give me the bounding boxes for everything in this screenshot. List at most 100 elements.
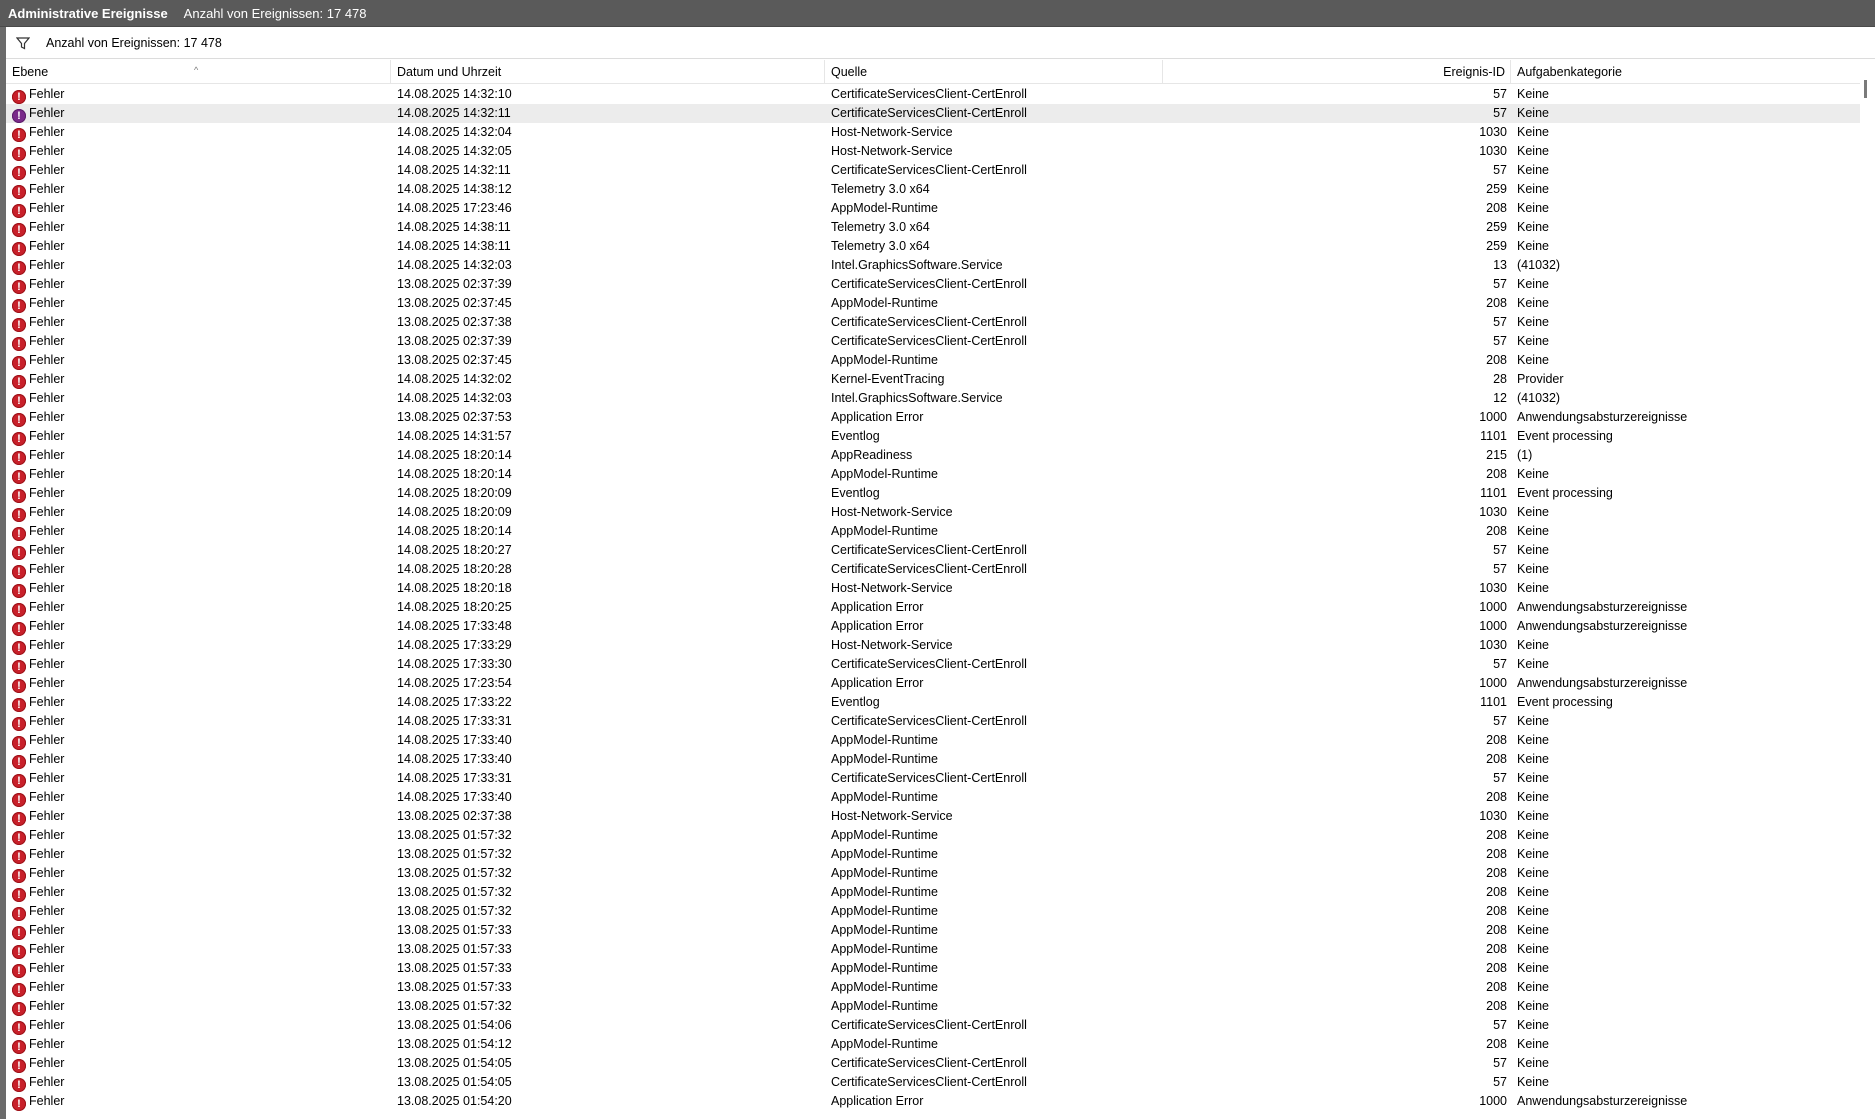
event-level-text: Fehler	[29, 752, 65, 766]
event-row[interactable]: ! Fehler 13.08.2025 02:37:53 Application Er…	[6, 408, 1860, 427]
event-row[interactable]: ! Fehler 14.08.2025 17:33:48 Application Er…	[6, 617, 1860, 636]
event-row[interactable]: ! Fehler 14.08.2025 17:23:54 Application Er…	[6, 674, 1860, 693]
event-row[interactable]: ! Fehler 13.08.2025 01:54:12 AppModel-Runti…	[6, 1035, 1860, 1054]
event-row[interactable]: ! Fehler 13.08.2025 01:57:32 AppModel-Runti…	[6, 845, 1860, 864]
event-row[interactable]: ! Fehler 14.08.2025 18:20:09 Host-Network-S…	[6, 503, 1860, 522]
event-row[interactable]: ! Fehler 14.08.2025 17:33:31 CertificateSer…	[6, 769, 1860, 788]
event-row[interactable]: ! Fehler 14.08.2025 14:38:11 Telemetry 3.0 …	[6, 218, 1860, 237]
event-row[interactable]: ! Fehler 14.08.2025 18:20:14 AppModel-Runti…	[6, 465, 1860, 484]
event-level-cell: ! Fehler	[12, 180, 392, 199]
event-row[interactable]: ! Fehler 14.08.2025 14:32:11 CertificateSer…	[6, 104, 1860, 123]
error-icon: !	[12, 945, 26, 959]
event-row[interactable]: ! Fehler 13.08.2025 01:57:33 AppModel-Runti…	[6, 921, 1860, 940]
event-level-text: Fehler	[29, 372, 65, 386]
event-source-cell: Host-Network-Service	[831, 638, 953, 652]
event-row[interactable]: ! Fehler 13.08.2025 01:57:33 AppModel-Runti…	[6, 959, 1860, 978]
event-row[interactable]: ! Fehler 14.08.2025 14:31:57 Eventlog 1101 Ev…	[6, 427, 1860, 446]
event-category-cell: Keine	[1517, 239, 1549, 253]
event-row[interactable]: ! Fehler 14.08.2025 18:20:25 Application Er…	[6, 598, 1860, 617]
event-row[interactable]: ! Fehler 14.08.2025 14:32:10 CertificateSer…	[6, 85, 1860, 104]
event-date-cell: 14.08.2025 17:33:31	[397, 714, 512, 728]
event-date-cell: 14.08.2025 18:20:28	[397, 562, 512, 576]
event-row[interactable]: ! Fehler 14.08.2025 14:32:04 Host-Network-S…	[6, 123, 1860, 142]
event-row[interactable]: ! Fehler 14.08.2025 17:33:40 AppModel-Runti…	[6, 731, 1860, 750]
error-icon: !	[12, 622, 26, 636]
event-row[interactable]: ! Fehler 13.08.2025 01:57:32 AppModel-Runti…	[6, 997, 1860, 1016]
event-row[interactable]: ! Fehler 14.08.2025 17:33:22 Eventlog 1101 Ev…	[6, 693, 1860, 712]
event-row[interactable]: ! Fehler 13.08.2025 02:37:39 CertificateSer…	[6, 275, 1860, 294]
event-row[interactable]: ! Fehler 13.08.2025 01:54:05 CertificateSer…	[6, 1073, 1860, 1092]
event-row[interactable]: ! Fehler 13.08.2025 01:54:05 CertificateSer…	[6, 1054, 1860, 1073]
event-row[interactable]: ! Fehler 14.08.2025 14:38:11 Telemetry 3.0 …	[6, 237, 1860, 256]
event-row[interactable]: ! Fehler 14.08.2025 17:33:40 AppModel-Runti…	[6, 788, 1860, 807]
event-row[interactable]: ! Fehler 14.08.2025 18:20:14 AppModel-Runti…	[6, 522, 1860, 541]
event-row[interactable]: ! Fehler 14.08.2025 14:32:11 CertificateSer…	[6, 161, 1860, 180]
event-row[interactable]: ! Fehler 14.08.2025 18:20:14 AppReadiness 21…	[6, 446, 1860, 465]
error-icon: !	[12, 337, 26, 351]
event-row[interactable]: ! Fehler 13.08.2025 01:54:06 CertificateSer…	[6, 1016, 1860, 1035]
event-row[interactable]: ! Fehler 14.08.2025 17:33:29 Host-Network-S…	[6, 636, 1860, 655]
event-row[interactable]: ! Fehler 14.08.2025 14:32:03 Intel.Graphics…	[6, 256, 1860, 275]
scrollbar-thumb[interactable]	[1864, 80, 1867, 98]
event-level-text: Fehler	[29, 201, 65, 215]
event-level-cell: ! Fehler	[12, 864, 392, 883]
event-level-text: Fehler	[29, 125, 65, 139]
event-row[interactable]: ! Fehler 13.08.2025 01:57:33 AppModel-Runti…	[6, 978, 1860, 997]
event-id-cell: 208	[1486, 296, 1507, 310]
error-icon: !	[12, 128, 26, 142]
event-category-cell: (41032)	[1517, 258, 1561, 272]
error-icon: !	[12, 755, 26, 769]
column-header-source[interactable]: Quelle	[825, 60, 1163, 83]
event-row[interactable]: ! Fehler 13.08.2025 01:54:20 Application Er…	[6, 1092, 1860, 1111]
event-level-text: Fehler	[29, 676, 65, 690]
event-id-cell: 208	[1486, 752, 1507, 766]
column-header-date[interactable]: Datum und Uhrzeit	[391, 60, 825, 83]
column-header-category[interactable]: Aufgabenkategorie	[1511, 60, 1860, 83]
event-row[interactable]: ! Fehler 13.08.2025 01:57:33 AppModel-Runti…	[6, 940, 1860, 959]
event-row[interactable]: ! Fehler 14.08.2025 17:23:46 AppModel-Runti…	[6, 199, 1860, 218]
event-row[interactable]: ! Fehler 14.08.2025 14:32:03 Intel.Graphics…	[6, 389, 1860, 408]
vertical-scrollbar[interactable]	[1860, 60, 1875, 1119]
event-row[interactable]: ! Fehler 13.08.2025 02:37:38 Host-Network-S…	[6, 807, 1860, 826]
event-row[interactable]: ! Fehler 14.08.2025 17:33:30 CertificateSer…	[6, 655, 1860, 674]
event-level-text: Fehler	[29, 543, 65, 557]
event-level-cell: ! Fehler	[12, 617, 392, 636]
event-row[interactable]: ! Fehler 13.08.2025 01:57:32 AppModel-Runti…	[6, 883, 1860, 902]
event-row[interactable]: ! Fehler 14.08.2025 18:20:28 CertificateSer…	[6, 560, 1860, 579]
event-category-cell: Keine	[1517, 1037, 1549, 1051]
error-icon: !	[12, 641, 26, 655]
event-row[interactable]: ! Fehler 13.08.2025 02:37:45 AppModel-Runti…	[6, 294, 1860, 313]
error-icon: !	[12, 717, 26, 731]
error-icon: !	[12, 603, 26, 617]
event-category-cell: Keine	[1517, 771, 1549, 785]
event-row[interactable]: ! Fehler 14.08.2025 14:32:02 Kernel-EventTr…	[6, 370, 1860, 389]
event-row[interactable]: ! Fehler 13.08.2025 02:37:38 CertificateSer…	[6, 313, 1860, 332]
filter-icon[interactable]	[12, 32, 34, 54]
event-date-cell: 14.08.2025 14:38:11	[397, 220, 511, 234]
event-id-cell: 28	[1493, 372, 1507, 386]
event-category-cell: Keine	[1517, 106, 1549, 120]
event-row[interactable]: ! Fehler 13.08.2025 01:57:32 AppModel-Runti…	[6, 902, 1860, 921]
filter-bar: Anzahl von Ereignissen: 17 478	[6, 28, 1875, 59]
error-icon: !	[12, 679, 26, 693]
event-date-cell: 14.08.2025 18:20:14	[397, 467, 512, 481]
event-category-cell: (1)	[1517, 448, 1533, 462]
event-row[interactable]: ! Fehler 13.08.2025 02:37:45 AppModel-Runti…	[6, 351, 1860, 370]
event-date-cell: 13.08.2025 01:57:32	[397, 999, 512, 1013]
error-icon: !	[12, 831, 26, 845]
event-row[interactable]: ! Fehler 14.08.2025 17:33:31 CertificateSer…	[6, 712, 1860, 731]
event-row[interactable]: ! Fehler 14.08.2025 14:38:12 Telemetry 3.0 …	[6, 180, 1860, 199]
column-header-event-id[interactable]: Ereignis-ID	[1163, 60, 1511, 83]
column-header-level[interactable]: Ebene ^	[6, 60, 391, 83]
event-row[interactable]: ! Fehler 13.08.2025 01:57:32 AppModel-Runti…	[6, 864, 1860, 883]
event-row[interactable]: ! Fehler 14.08.2025 18:20:27 CertificateSer…	[6, 541, 1860, 560]
event-row[interactable]: ! Fehler 14.08.2025 18:20:09 Eventlog 1101 Ev…	[6, 484, 1860, 503]
event-row[interactable]: ! Fehler 14.08.2025 17:33:40 AppModel-Runti…	[6, 750, 1860, 769]
event-row[interactable]: ! Fehler 14.08.2025 14:32:05 Host-Network-S…	[6, 142, 1860, 161]
event-row[interactable]: ! Fehler 13.08.2025 02:37:39 CertificateSer…	[6, 332, 1860, 351]
event-level-text: Fehler	[29, 315, 65, 329]
event-category-cell: Keine	[1517, 467, 1549, 481]
event-row[interactable]: ! Fehler 13.08.2025 01:57:32 AppModel-Runti…	[6, 826, 1860, 845]
event-source-cell: Application Error	[831, 1094, 924, 1108]
event-row[interactable]: ! Fehler 14.08.2025 18:20:18 Host-Network-S…	[6, 579, 1860, 598]
